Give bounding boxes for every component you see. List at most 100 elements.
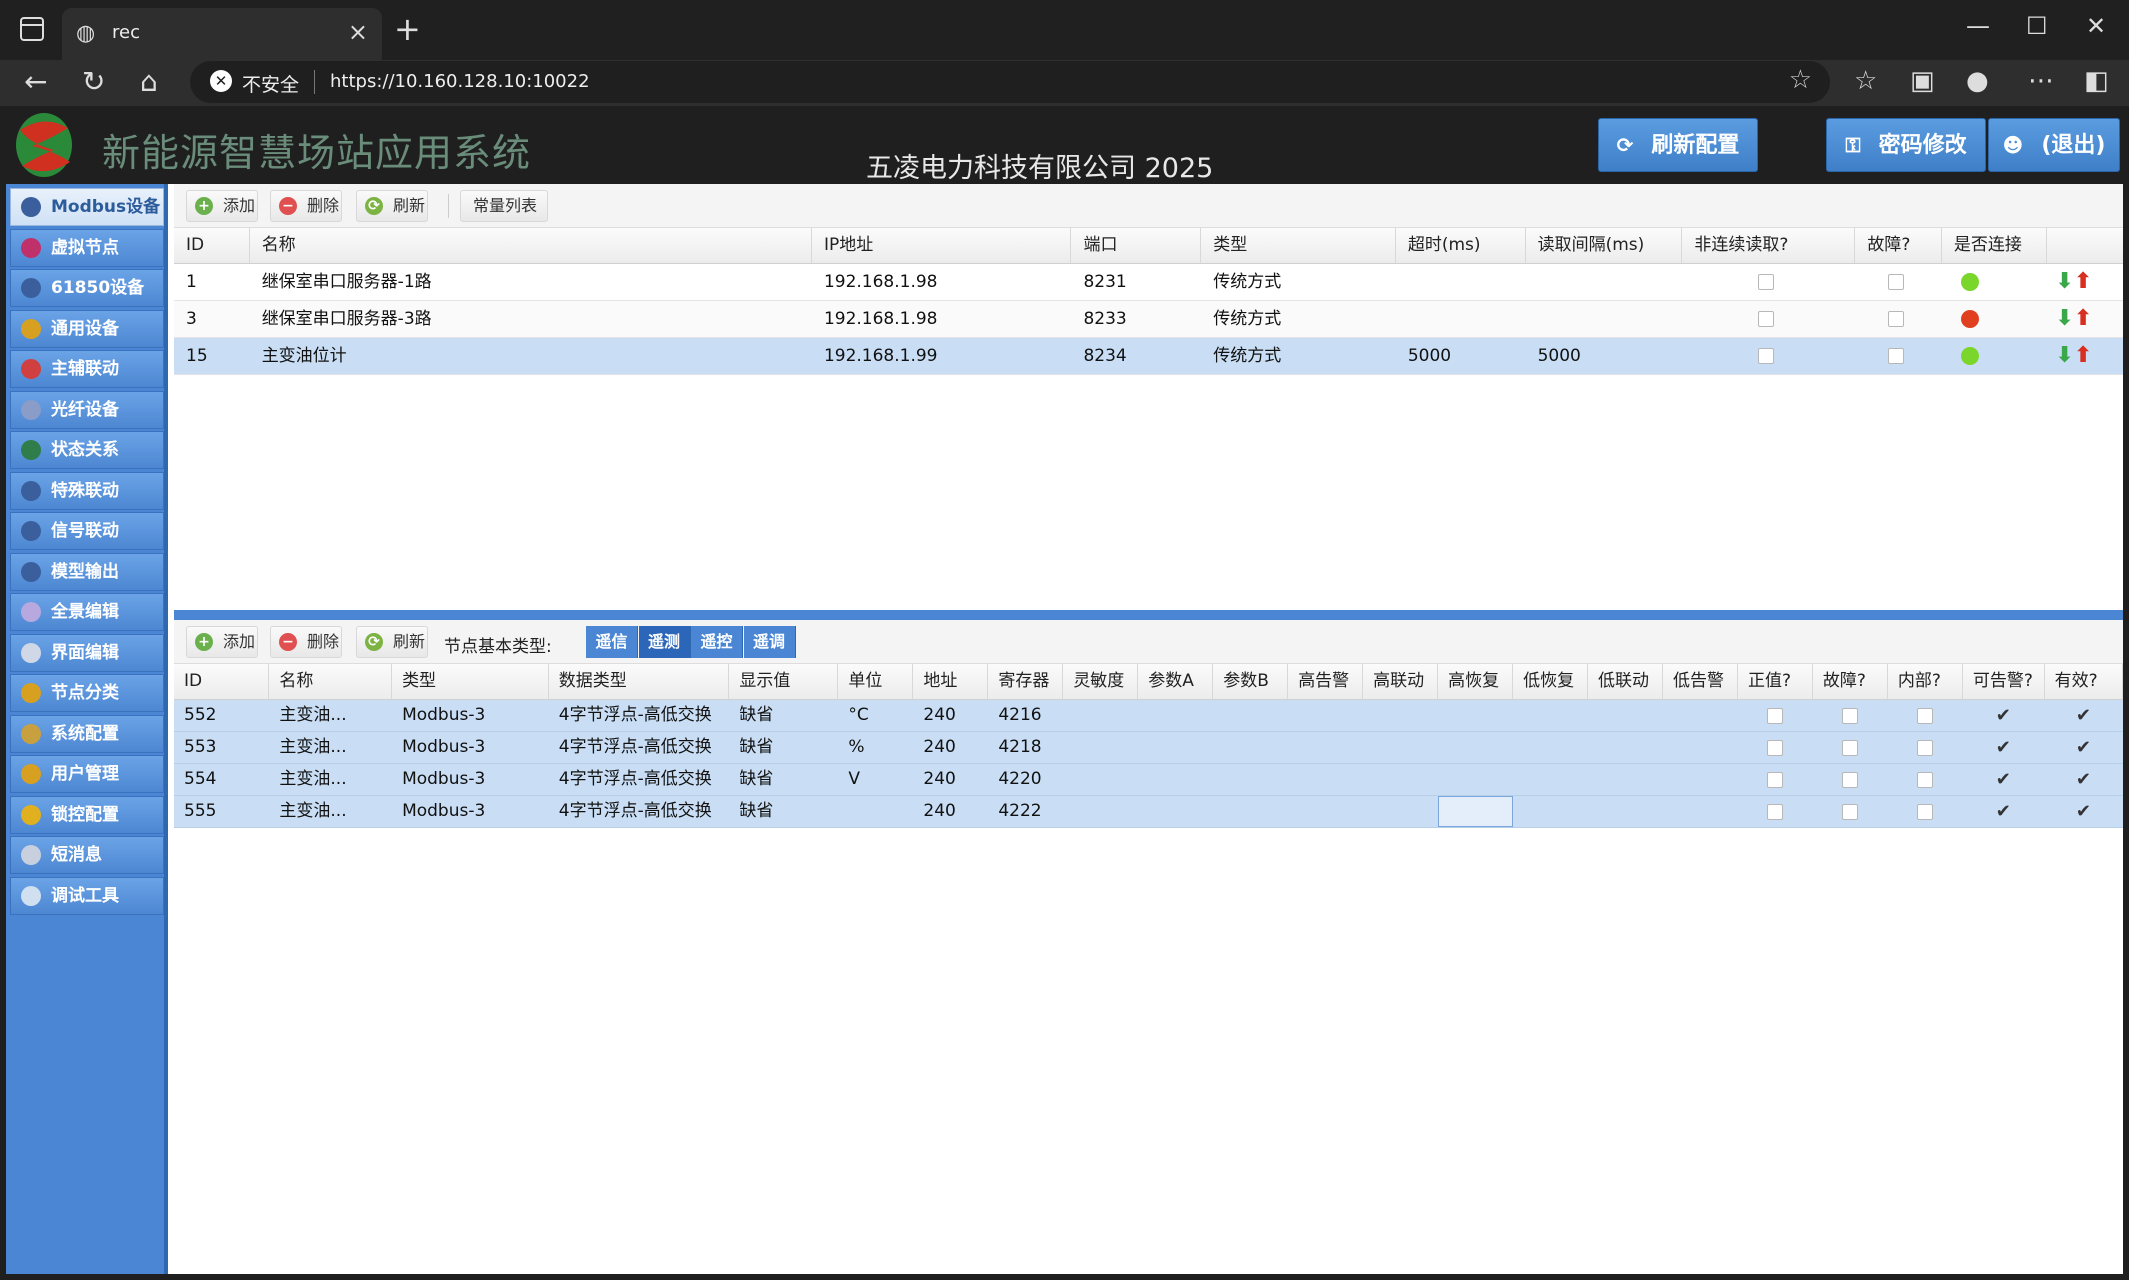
sidebar-item[interactable]: 通用设备 (10, 309, 164, 348)
device-table-row[interactable]: 1 继保室串口服务器-1路 192.168.1.98 8231 传统方式 ⬇⬆ (174, 264, 2123, 301)
positive-checkbox[interactable] (1767, 740, 1784, 756)
node-table-row[interactable]: 555 主变油... Modbus-3 4字节浮点-高低交换 缺省 240 4222 ✔ ✔ (174, 796, 2123, 828)
sidebar-item[interactable]: 锁控配置 (10, 795, 164, 834)
sidebar-item[interactable]: 节点分类 (10, 674, 164, 712)
node-column-header[interactable]: 低联动 (1588, 664, 1663, 699)
device-column-header[interactable]: IP地址 (812, 228, 1072, 263)
move-row-icon[interactable]: ⬇⬆ (2055, 301, 2092, 337)
internal-checkbox[interactable] (1917, 772, 1934, 788)
home-icon[interactable]: ⌂ (140, 65, 158, 98)
node-column-header[interactable]: 高恢复 (1438, 664, 1514, 699)
fault-checkbox[interactable] (1887, 274, 1904, 290)
device-table-row[interactable]: 15 主变油位计 192.168.1.99 8234 传统方式 5000 5000 ⬇⬆ (174, 338, 2123, 375)
alarmable-checkbox-checked[interactable]: ✔ (1996, 700, 2011, 731)
close-window-icon[interactable]: ✕ (2086, 12, 2106, 40)
sidebar-item[interactable]: 光纤设备 (10, 390, 164, 429)
alarmable-checkbox-checked[interactable]: ✔ (1996, 796, 2011, 827)
collections-icon[interactable]: ▣ (1910, 66, 1935, 96)
device-column-header[interactable]: 读取间隔(ms) (1526, 228, 1683, 263)
node-table-row[interactable]: 552 主变油... Modbus-3 4字节浮点-高低交换 缺省 °C 240 4216 ✔ ✔ (174, 700, 2123, 732)
node-column-header[interactable]: 正值? (1738, 664, 1813, 699)
node-column-header[interactable]: ID (174, 664, 270, 699)
device-add-button[interactable]: + 添加 (186, 190, 258, 222)
fault-checkbox[interactable] (1842, 708, 1859, 724)
device-column-header[interactable]: 是否连接 (1942, 228, 2048, 263)
node-column-header[interactable]: 名称 (269, 664, 393, 699)
panel-splitter[interactable] (174, 610, 2123, 620)
favorite-star-icon[interactable]: ☆ (1789, 65, 1812, 95)
url-box[interactable]: ✕ 不安全 https://10.160.128.10:10022 ☆ (190, 61, 1830, 103)
sidebar-item[interactable]: 短消息 (10, 836, 164, 874)
sidebar-item[interactable]: 61850设备 (10, 269, 164, 307)
device-column-header[interactable]: ID (174, 228, 250, 263)
noncontinuous-checkbox[interactable] (1758, 348, 1775, 364)
device-column-header[interactable]: 超时(ms) (1396, 228, 1526, 263)
sidebar-item[interactable]: 用户管理 (10, 755, 164, 793)
reload-icon[interactable]: ↻ (82, 65, 105, 98)
node-column-header[interactable]: 高联动 (1363, 664, 1439, 699)
positive-checkbox[interactable] (1767, 804, 1784, 820)
fault-checkbox[interactable] (1887, 348, 1904, 364)
sidebar-toggle-icon[interactable]: ◧ (2084, 66, 2109, 96)
logout-button[interactable]: ☻ (退出) (1988, 118, 2120, 172)
device-column-header[interactable]: 故障? (1855, 228, 1942, 263)
move-row-icon[interactable]: ⬇⬆ (2055, 264, 2092, 300)
valid-checkbox-checked[interactable]: ✔ (2076, 796, 2091, 827)
valid-checkbox-checked[interactable]: ✔ (2076, 732, 2091, 763)
more-menu-icon[interactable]: ⋯ (2028, 66, 2054, 96)
alarmable-checkbox-checked[interactable]: ✔ (1996, 764, 2011, 795)
node-column-header[interactable]: 高告警 (1288, 664, 1364, 699)
device-column-header[interactable]: 非连续读取? (1682, 228, 1856, 263)
tab-actions-icon[interactable] (20, 17, 44, 41)
fault-checkbox[interactable] (1887, 311, 1904, 327)
internal-checkbox[interactable] (1917, 740, 1934, 756)
node-add-button[interactable]: + 添加 (186, 626, 258, 658)
node-column-header[interactable]: 参数B (1213, 664, 1289, 699)
maximize-icon[interactable]: ☐ (2026, 12, 2048, 40)
node-column-header[interactable]: 显示值 (729, 664, 839, 699)
sidebar-item[interactable]: 状态关系 (10, 431, 164, 469)
device-column-header[interactable]: 名称 (250, 228, 812, 263)
type-tab-2[interactable]: 遥控 (691, 626, 743, 658)
sidebar-item[interactable]: 调试工具 (10, 876, 164, 915)
node-refresh-button[interactable]: ⟳ 刷新 (356, 626, 428, 658)
profile-icon[interactable]: ● (1966, 66, 1989, 96)
noncontinuous-checkbox[interactable] (1758, 311, 1775, 327)
node-column-header[interactable]: 参数A (1138, 664, 1214, 699)
move-row-icon[interactable]: ⬇⬆ (2055, 338, 2092, 374)
noncontinuous-checkbox[interactable] (1758, 274, 1775, 290)
browser-tab[interactable]: ◍ rec × (62, 8, 382, 60)
device-refresh-button[interactable]: ⟳ 刷新 (356, 190, 428, 222)
alarmable-checkbox-checked[interactable]: ✔ (1996, 732, 2011, 763)
sidebar-item[interactable]: 界面编辑 (10, 633, 164, 672)
node-delete-button[interactable]: − 删除 (270, 626, 342, 658)
not-secure-label[interactable]: 不安全 (242, 70, 299, 97)
back-icon[interactable]: ← (24, 65, 47, 98)
sidebar-item[interactable]: 特殊联动 (10, 471, 164, 510)
sidebar-item[interactable]: 虚拟节点 (10, 228, 164, 267)
device-column-header[interactable]: 类型 (1201, 228, 1396, 263)
node-column-header[interactable]: 低告警 (1663, 664, 1738, 699)
node-table-row[interactable]: 554 主变油... Modbus-3 4字节浮点-高低交换 缺省 V 240 4220 ✔ ✔ (174, 764, 2123, 796)
node-column-header[interactable]: 地址 (913, 664, 989, 699)
type-tab-3[interactable]: 遥调 (743, 626, 796, 658)
new-tab-icon[interactable]: + (394, 10, 421, 48)
node-column-header[interactable]: 低恢复 (1513, 664, 1589, 699)
active-edit-cell[interactable] (1438, 796, 1514, 827)
node-column-header[interactable]: 单位 (838, 664, 914, 699)
device-column-header[interactable]: 端口 (1071, 228, 1202, 263)
device-delete-button[interactable]: − 删除 (270, 190, 342, 222)
close-tab-icon[interactable]: × (348, 18, 368, 46)
node-column-header[interactable]: 数据类型 (549, 664, 730, 699)
internal-checkbox[interactable] (1917, 804, 1934, 820)
constants-list-button[interactable]: 常量列表 (460, 190, 548, 222)
type-tab-1[interactable]: 遥测 (638, 626, 691, 658)
node-column-header[interactable]: 故障? (1813, 664, 1888, 699)
node-column-header[interactable]: 可告警? (1963, 664, 2045, 699)
favorites-icon[interactable]: ☆ (1854, 66, 1877, 96)
positive-checkbox[interactable] (1767, 708, 1784, 724)
sidebar-item[interactable]: 主辅联动 (10, 350, 164, 388)
sidebar-item[interactable]: 信号联动 (10, 512, 164, 550)
internal-checkbox[interactable] (1917, 708, 1934, 724)
node-column-header[interactable]: 内部? (1888, 664, 1963, 699)
